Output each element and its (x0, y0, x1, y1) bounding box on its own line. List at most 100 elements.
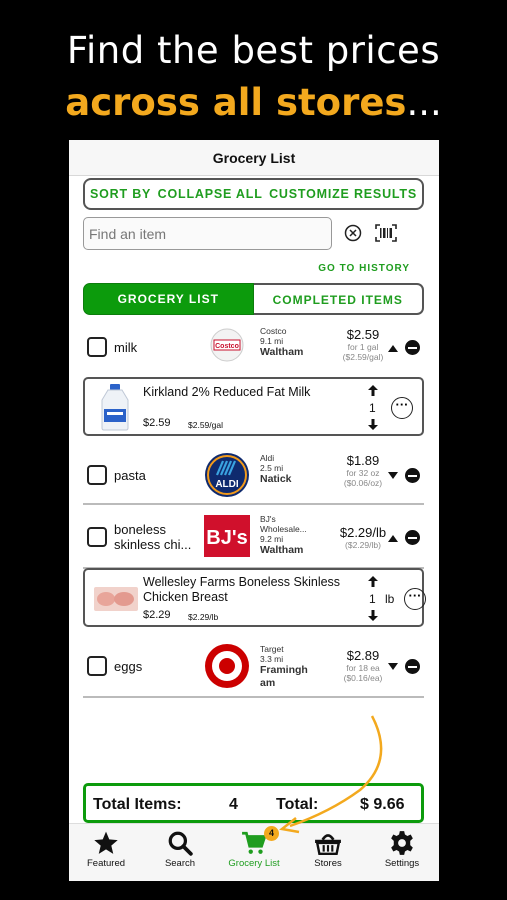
tab-stores[interactable]: Stores (291, 824, 365, 881)
tab-grocery-list[interactable]: GROCERY LIST (83, 283, 254, 315)
svg-text:Costco: Costco (215, 343, 239, 350)
promo-headline: Find the best prices across all stores..… (0, 28, 507, 132)
store-city: Waltham (260, 544, 304, 556)
phone-screen: Grocery List SORT BY COLLAPSE ALL CUSTOM… (69, 140, 439, 881)
store-name-line2: Wholesale... (260, 524, 307, 534)
more-options-icon[interactable]: ··· (404, 588, 426, 610)
item-name: boneless skinless chi... (114, 522, 191, 552)
chevron-down-icon[interactable] (388, 472, 398, 480)
item-name: eggs (114, 659, 143, 674)
tab-completed-items[interactable]: COMPLETED ITEMS (253, 283, 424, 315)
checkbox-icon[interactable] (87, 527, 107, 547)
headline-line2-text: across all stores (65, 81, 407, 124)
item-name-line1: boneless (114, 522, 167, 537)
list-item-chicken[interactable]: boneless skinless chi... BJ's BJ's Whole… (83, 507, 424, 569)
total-value: $ 9.66 (360, 796, 405, 813)
item-price: $1.89 (346, 453, 380, 468)
list-toolbar: SORT BY COLLAPSE ALL CUSTOMIZE RESULTS (83, 178, 424, 210)
gear-icon (391, 831, 413, 855)
product-detail-milk[interactable]: Kirkland 2% Reduced Fat Milk $2.59 $2.59… (83, 377, 424, 436)
list-item-pasta[interactable]: pasta ALDI Aldi 2.5 mi Natick $1.89 for … (83, 447, 424, 505)
star-icon (94, 831, 118, 854)
store-info: Aldi 2.5 mi Natick (260, 453, 292, 486)
minus-circle-icon[interactable] (405, 468, 420, 483)
headline-line1: Find the best prices (66, 29, 441, 72)
go-to-history-link[interactable]: GO TO HISTORY (318, 263, 410, 274)
tab-label: Featured (86, 858, 126, 869)
store-city: Waltham (260, 346, 304, 358)
customize-results-button[interactable]: CUSTOMIZE RESULTS (269, 187, 417, 201)
list-item-milk[interactable]: milk Costco Costco 9.1 mi Waltham $2.59 … (83, 322, 424, 374)
aldi-logo: ALDI (205, 453, 249, 497)
product-detail-chicken[interactable]: Wellesley Farms Boneless Skinless Chicke… (83, 568, 426, 627)
barcode-icon[interactable] (375, 224, 397, 242)
costco-logo: Costco (210, 328, 244, 362)
store-name: Aldi (260, 453, 275, 463)
store-distance: 3.3 mi (260, 654, 284, 664)
tab-label: Stores (314, 858, 342, 869)
total-label: Total: (276, 796, 319, 813)
svg-text:ALDI: ALDI (215, 479, 239, 490)
minus-circle-icon[interactable] (405, 530, 420, 545)
store-info: Costco 9.1 mi Waltham (260, 326, 303, 359)
item-price: $2.89 (346, 648, 380, 663)
product-name: Kirkland 2% Reduced Fat Milk (143, 385, 311, 399)
arrow-down-icon[interactable] (368, 419, 378, 430)
store-city-line1: Framingh (260, 664, 308, 676)
store-distance: 2.5 mi (260, 463, 284, 473)
quantity-value: 1 (369, 401, 376, 415)
clear-icon[interactable] (344, 224, 362, 242)
totals-bar: Total Items: 4 Total: $ 9.66 (83, 783, 424, 823)
quantity-unit: lb (385, 592, 395, 606)
bottom-tab-bar: Featured Search 4 Grocery List Stores Se… (69, 823, 439, 881)
product-name: Wellesley Farms Boneless Skinless Chicke… (143, 575, 340, 605)
item-name-line2: skinless chi... (114, 537, 192, 552)
product-unit-price: $2.59/gal (188, 420, 223, 430)
chevron-up-icon[interactable] (388, 344, 398, 352)
target-logo (205, 644, 249, 688)
store-name: Target (260, 644, 284, 654)
item-unit-price: ($2.59/gal) (342, 352, 384, 362)
chevron-down-icon[interactable] (388, 663, 398, 671)
svg-text:BJ's: BJ's (206, 527, 247, 549)
sort-by-button[interactable]: SORT BY (90, 187, 151, 201)
arrow-down-icon[interactable] (368, 610, 378, 621)
cart-badge: 4 (264, 826, 279, 841)
tab-label: Search (164, 858, 196, 869)
quantity-value: 1 (369, 592, 376, 606)
chevron-up-icon[interactable] (388, 534, 398, 542)
store-info: Target 3.3 mi Framingh am (260, 644, 308, 690)
headline-ellipsis: ... (406, 81, 442, 124)
milk-jug-image (101, 384, 129, 431)
tab-grocery-list-nav[interactable]: 4 Grocery List (217, 824, 291, 881)
checkbox-icon[interactable] (87, 337, 107, 357)
row-divider (83, 503, 424, 505)
minus-circle-icon[interactable] (405, 659, 420, 674)
basket-icon (315, 834, 341, 855)
collapse-all-button[interactable]: COLLAPSE ALL (158, 187, 263, 201)
checkbox-icon[interactable] (87, 656, 107, 676)
more-options-icon[interactable]: ··· (391, 397, 413, 419)
product-unit-price: $2.29/lb (188, 612, 219, 622)
tab-search[interactable]: Search (143, 824, 217, 881)
tab-label: Grocery List (228, 858, 280, 869)
total-items-label: Total Items: (93, 796, 182, 813)
store-distance: 9.1 mi (260, 336, 284, 346)
arrow-up-icon[interactable] (368, 576, 378, 587)
arrow-up-icon[interactable] (368, 385, 378, 396)
chicken-pack-image (94, 587, 138, 611)
list-item-eggs[interactable]: eggs Target 3.3 mi Framingh am $2.89 for… (83, 638, 424, 698)
item-name: milk (114, 340, 138, 355)
row-divider (83, 696, 424, 698)
product-name-line1: Wellesley Farms Boneless Skinless (143, 575, 341, 589)
tab-label: Settings (384, 858, 420, 869)
store-distance: 9.2 mi (260, 534, 284, 544)
checkbox-icon[interactable] (87, 465, 107, 485)
search-input[interactable] (83, 217, 332, 250)
product-price: $2.59 (143, 417, 171, 429)
store-city: Natick (260, 473, 292, 485)
tab-featured[interactable]: Featured (69, 824, 143, 881)
minus-circle-icon[interactable] (405, 340, 420, 355)
headline-line2: across all stores... (0, 74, 507, 132)
tab-settings[interactable]: Settings (365, 824, 439, 881)
